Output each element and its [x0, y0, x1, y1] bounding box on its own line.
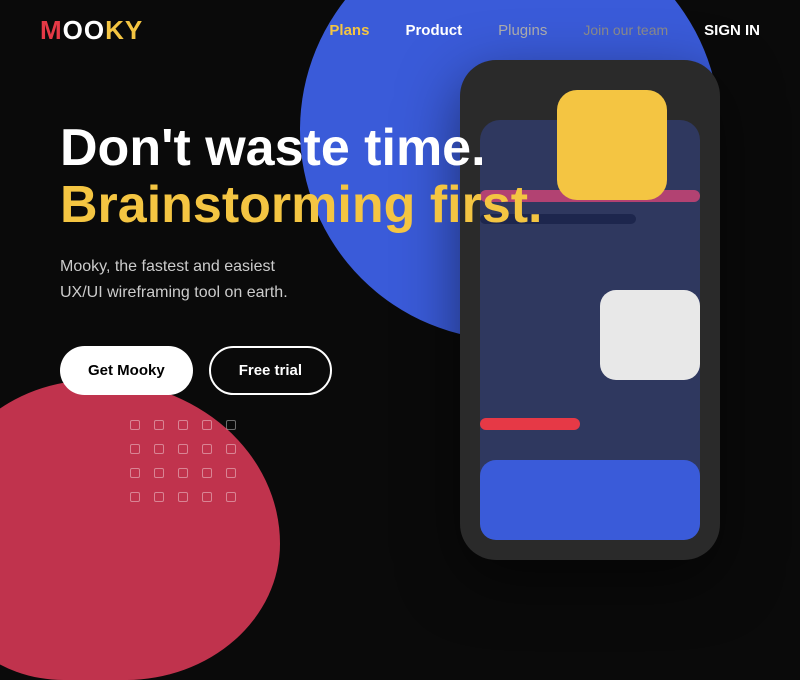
dot [178, 468, 188, 478]
dot [154, 420, 164, 430]
nav-links: Plans Product Plugins Join our team SIGN… [329, 22, 760, 39]
dot [226, 420, 236, 430]
navbar: M OO KY Plans Product Plugins Join our t… [0, 0, 800, 60]
dot [130, 468, 140, 478]
free-trial-button[interactable]: Free trial [209, 346, 332, 395]
nav-product[interactable]: Product [405, 22, 462, 39]
hero-section: Don't waste time. Brainstorming first. M… [60, 120, 543, 395]
phone-white-card [600, 290, 700, 380]
dot [202, 468, 212, 478]
logo[interactable]: M OO KY [40, 15, 143, 46]
dot [130, 420, 140, 430]
dot [154, 468, 164, 478]
dot [154, 492, 164, 502]
get-mooky-button[interactable]: Get Mooky [60, 346, 193, 395]
hero-title-line1: Don't waste time. [60, 120, 543, 177]
dot [178, 420, 188, 430]
dot [178, 444, 188, 454]
nav-join-team[interactable]: Join our team [583, 22, 668, 38]
hero-title-line2: Brainstorming first. [60, 177, 543, 234]
dot [202, 420, 212, 430]
phone-blue-bottom-bar [480, 460, 700, 540]
hero-buttons: Get Mooky Free trial [60, 346, 543, 395]
logo-letter-m: M [40, 15, 63, 46]
logo-letters-ky: KY [105, 15, 143, 46]
logo-letters-oo: OO [63, 15, 105, 46]
dot [130, 492, 140, 502]
dot [130, 444, 140, 454]
dot [226, 444, 236, 454]
nav-plans[interactable]: Plans [329, 22, 369, 39]
dot [178, 492, 188, 502]
hero-subtitle: Mooky, the fastest and easiest UX/UI wir… [60, 254, 340, 305]
dot [154, 444, 164, 454]
dot [226, 492, 236, 502]
phone-yellow-card [557, 90, 667, 200]
nav-signin[interactable]: SIGN IN [704, 22, 760, 39]
grid-dots-decoration [130, 420, 244, 510]
dot [202, 492, 212, 502]
dot [202, 444, 212, 454]
phone-bottom-red-bar [480, 418, 580, 430]
nav-plugins[interactable]: Plugins [498, 22, 547, 39]
dot [226, 468, 236, 478]
